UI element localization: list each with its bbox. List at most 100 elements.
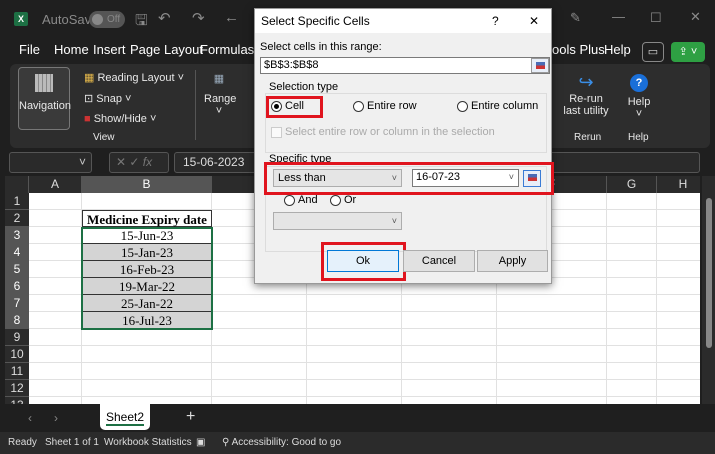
row-header-8[interactable]: 8 [5,312,29,329]
status-bar: Ready Sheet 1 of 1 Workbook Statistics ▣… [0,432,715,454]
rerun-label: Re-run [569,93,603,105]
or-radio[interactable] [330,195,341,206]
table-header-cell[interactable]: Medicine Expiry date [82,210,212,227]
range-input[interactable]: $B$3:$B$8 [260,57,550,74]
apply-button[interactable]: Apply [477,250,548,272]
tab-page-layout[interactable]: Page Layout [130,42,203,57]
row-header-3[interactable]: 3 [5,227,29,244]
excel-logo-icon: X [14,12,28,26]
tab-home[interactable]: Home [54,42,89,57]
dialog-title: Select Specific Cells [261,14,370,28]
pen-icon[interactable]: ✎ [570,10,581,26]
navigation-label: Navigation [19,100,71,112]
rerun-label-2: last utility [563,105,609,117]
tab-file[interactable]: File [19,42,40,57]
sheet-tab-sheet2[interactable]: Sheet2 [100,404,150,430]
grid-row[interactable] [29,329,700,346]
undo-icon[interactable]: ↶ [158,9,171,27]
range-label: Select cells in this range: [260,41,382,53]
and-label: And [298,194,318,206]
grid-row[interactable] [29,397,700,404]
autosave-toggle[interactable]: Off [89,11,125,28]
help-label: Help [627,96,651,108]
entire-column-radio[interactable] [457,101,468,112]
prev-sheet-icon[interactable]: ‹ [28,411,32,425]
or-label: Or [344,194,357,206]
share-button[interactable]: ⇪ ˅ [671,42,705,62]
row-header-10[interactable]: 10 [5,346,29,363]
grid-row[interactable] [29,380,700,397]
help-button[interactable]: ? Help ˅ [624,74,654,120]
redo-icon[interactable]: ↷ [192,9,205,27]
row-header-12[interactable]: 12 [5,380,29,397]
name-box[interactable]: ˅ [9,152,92,173]
accessibility-button[interactable]: ⚲ Accessibility: Good to go [222,432,341,454]
row-header-2[interactable]: 2 [5,210,29,227]
tab-help[interactable]: Help [604,42,631,57]
entire-row-radio[interactable] [353,101,364,112]
fx-icon[interactable]: fx [143,155,152,169]
row-header-11[interactable]: 11 [5,363,29,380]
range-icon: ▦ [213,73,225,85]
condition-value-text: 16-07-23 [416,171,461,183]
row-header-7[interactable]: 7 [5,295,29,312]
entire-checkbox[interactable] [271,127,282,138]
rerun-button[interactable]: ↪ Re-run last utility [562,72,610,117]
condition-select[interactable]: Less than ˅ [273,169,402,187]
entire-row-label: Entire row [367,100,417,112]
range-label: Range [204,93,237,105]
workbook-statistics[interactable]: Workbook Statistics [104,432,192,454]
divider [195,70,196,140]
second-condition-select[interactable]: ˅ [273,212,402,230]
tab-kutools-plus[interactable]: ools Plus [552,42,605,57]
column-header-A[interactable]: A [29,176,82,193]
close-window-icon[interactable]: ✕ [690,9,701,25]
macro-icon[interactable]: ▣ [196,432,205,454]
help-group-label: Help [628,132,649,143]
range-select-icon[interactable] [531,58,549,73]
row-header-4[interactable]: 4 [5,244,29,261]
row-header-5[interactable]: 5 [5,261,29,278]
reading-layout-button[interactable]: ▦ Reading Layout ˅ [84,71,184,84]
back-icon[interactable]: ← [224,9,239,26]
vertical-scrollbar[interactable] [702,176,715,404]
add-sheet-icon[interactable]: + [186,408,195,426]
next-sheet-icon[interactable]: › [54,411,58,425]
and-radio[interactable] [284,195,295,206]
rerun-icon: ↪ [578,72,594,92]
highlight-box [266,96,323,118]
status-ready: Ready [8,437,37,448]
row-header-13[interactable]: 13 [5,397,29,404]
column-header-G[interactable]: G [607,176,657,193]
condition-value-input[interactable]: 16-07-23 ˅ [412,169,519,187]
show-hide-label: Show/Hide [93,113,147,125]
minimize-icon[interactable]: — [612,9,625,24]
tab-insert[interactable]: Insert [93,42,126,57]
navigation-button[interactable]: Navigation [18,67,71,130]
cancel-button[interactable]: Cancel [403,250,475,272]
column-header-H[interactable]: H [657,176,700,193]
snap-button[interactable]: ⊡ Snap ˅ [84,92,131,105]
grid-row[interactable] [29,363,700,380]
maximize-icon[interactable]: ☐ [650,10,662,26]
status-sheet: Sheet 1 of 1 [45,437,99,448]
formula-buttons: ✕ ✓ fx [109,152,169,173]
select-specific-cells-dialog: Select Specific Cells ? ✕ Select cells i… [254,8,554,284]
select-all-corner[interactable] [5,176,29,193]
row-header-9[interactable]: 9 [5,329,29,346]
column-header-B[interactable]: B [82,176,212,193]
comments-button[interactable]: ▭ [642,42,664,62]
grid-row[interactable] [29,346,700,363]
range-button[interactable]: ▦ Range ˅ [204,72,237,117]
ok-button[interactable]: Ok [327,250,399,272]
row-header-1[interactable]: 1 [5,193,29,210]
row-header-6[interactable]: 6 [5,278,29,295]
help-icon[interactable]: ? [492,9,499,33]
tab-formulas[interactable]: Formulas [200,42,254,57]
close-icon[interactable]: ✕ [529,9,539,33]
value-select-icon[interactable] [523,170,541,187]
show-hide-button[interactable]: ■ Show/Hide ˅ [84,113,156,125]
rerun-group-label: Rerun [574,132,602,143]
save-icon[interactable]: 🖫 [135,10,148,35]
entire-checkbox-label: Select entire row or column in the selec… [285,126,495,138]
